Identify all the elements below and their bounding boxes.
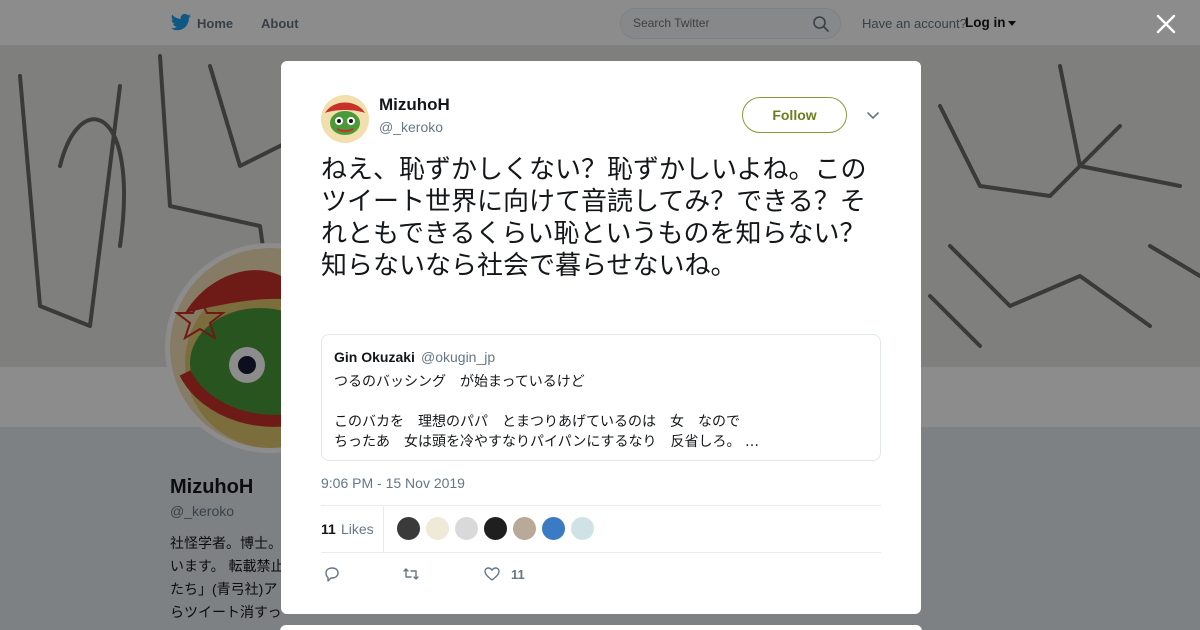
divider xyxy=(321,505,881,506)
liker-avatar[interactable] xyxy=(570,516,595,541)
tweet-author-handle[interactable]: @_keroko xyxy=(379,119,443,135)
reply-icon[interactable] xyxy=(323,565,341,583)
liker-avatar[interactable] xyxy=(512,516,537,541)
quoted-author-name: Gin Okuzaki xyxy=(334,349,415,365)
close-icon[interactable] xyxy=(1154,12,1178,36)
divider xyxy=(383,505,384,552)
liker-avatar[interactable] xyxy=(483,516,508,541)
chevron-down-icon[interactable] xyxy=(865,108,881,124)
quoted-text-line: つるのバッシング が始まっているけど xyxy=(334,374,585,390)
tweet-author-avatar[interactable] xyxy=(321,95,369,143)
tweet-text: ねえ、恥ずかしくない？恥ずかしいよね。このツイート世界に向けて音読してみ？できる… xyxy=(321,155,867,281)
tweet-modal: MizuhoH @_keroko Follow ねえ、恥ずかしくない？恥ずかしい… xyxy=(281,61,921,614)
like-action-count: 11 xyxy=(511,567,525,582)
liker-avatar[interactable] xyxy=(454,516,479,541)
quoted-text-line: このバカを 理想のパパ とまつりあげているのは 女 なので xyxy=(334,414,740,430)
quoted-text-line: ちったあ 女は頭を冷やすなりパイパンにするなり 反省しろ。 … xyxy=(334,434,760,450)
liker-avatar[interactable] xyxy=(396,516,421,541)
tweet-author-name[interactable]: MizuhoH xyxy=(379,95,450,115)
likes-count[interactable]: 11 xyxy=(321,521,336,537)
liker-avatar[interactable] xyxy=(425,516,450,541)
tweet-timestamp[interactable]: 9:06 PM - 15 Nov 2019 xyxy=(321,475,465,491)
quoted-author-handle: @okugin_jp xyxy=(421,349,496,365)
liker-avatar[interactable] xyxy=(541,516,566,541)
likes-label[interactable]: Likes xyxy=(341,521,374,537)
follow-button[interactable]: Follow xyxy=(742,97,847,133)
quoted-tweet[interactable]: Gin Okuzaki @okugin_jp つるのバッシング が始まっているけ… xyxy=(321,334,881,461)
retweet-icon[interactable] xyxy=(402,565,420,583)
divider xyxy=(321,552,881,553)
next-modal-edge xyxy=(280,625,922,630)
heart-icon[interactable] xyxy=(483,565,501,583)
